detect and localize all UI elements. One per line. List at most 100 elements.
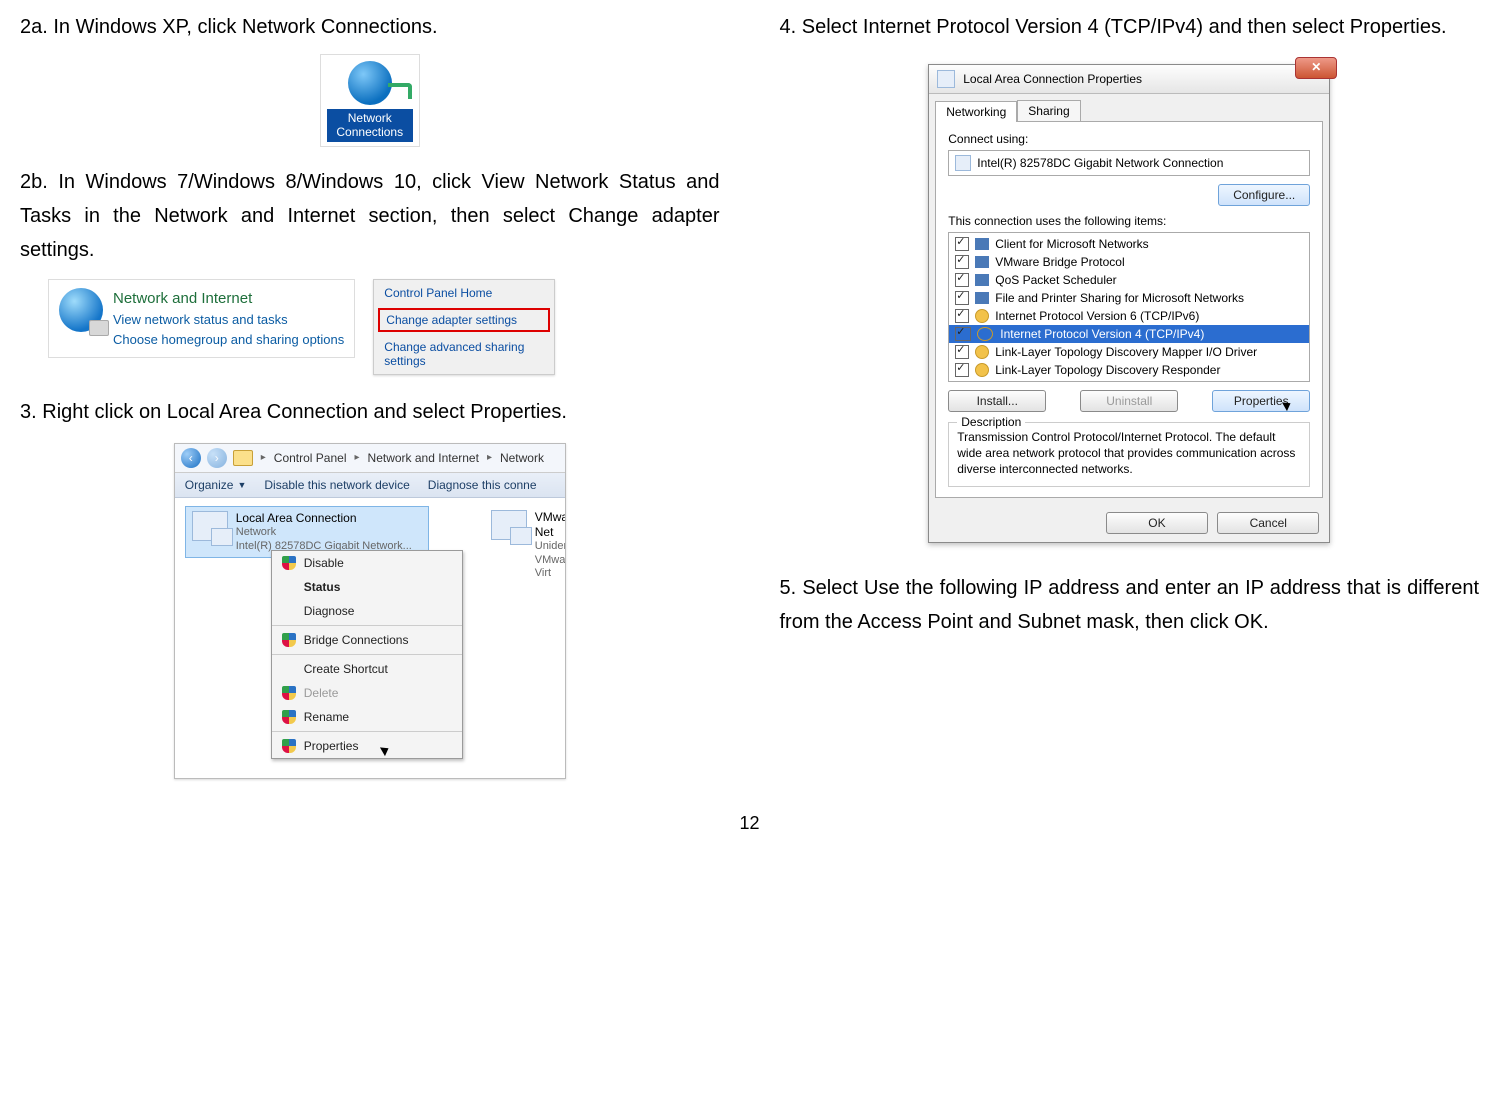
protocol-icon bbox=[975, 309, 989, 323]
ni-link-2[interactable]: Choose homegroup and sharing options bbox=[113, 330, 344, 350]
forward-button[interactable]: › bbox=[207, 448, 227, 468]
item-ipv4-selected[interactable]: Internet Protocol Version 4 (TCP/IPv4) bbox=[949, 325, 1309, 343]
vm-name: VMware Net bbox=[535, 510, 565, 540]
close-button[interactable]: ✕ bbox=[1295, 57, 1337, 79]
disable-device-button[interactable]: Disable this network device bbox=[264, 478, 409, 492]
caret-icon: ▸ bbox=[353, 452, 362, 463]
dialog-buttons: OK Cancel bbox=[929, 504, 1329, 542]
cancel-button[interactable]: Cancel bbox=[1217, 512, 1319, 534]
ok-button[interactable]: OK bbox=[1106, 512, 1208, 534]
step-2b: 2b. In Windows 7/Windows 8/Windows 10, c… bbox=[20, 165, 720, 267]
ctx-create-shortcut[interactable]: Create Shortcut bbox=[272, 657, 462, 681]
figure-4-dialog: ✕ Local Area Connection Properties Netwo… bbox=[928, 64, 1330, 543]
diagnose-button[interactable]: Diagnose this conne bbox=[428, 478, 537, 492]
tab-networking[interactable]: Networking bbox=[935, 101, 1017, 122]
dialog-titlebar: Local Area Connection Properties bbox=[929, 65, 1329, 94]
checkbox-icon[interactable] bbox=[955, 345, 969, 359]
checkbox-icon[interactable] bbox=[955, 363, 969, 377]
item-lltd-mapper[interactable]: Link-Layer Topology Discovery Mapper I/O… bbox=[949, 343, 1309, 361]
checkbox-icon[interactable] bbox=[955, 291, 969, 305]
configure-button[interactable]: Configure... bbox=[1218, 184, 1310, 206]
item-lltd-responder[interactable]: Link-Layer Topology Discovery Responder bbox=[949, 361, 1309, 379]
protocol-icon bbox=[975, 363, 989, 377]
ctx-diagnose[interactable]: Diagnose bbox=[272, 599, 462, 623]
change-adapter-settings-link[interactable]: Change adapter settings bbox=[378, 308, 550, 332]
shield-icon bbox=[282, 739, 296, 753]
dialog-title: Local Area Connection Properties bbox=[963, 72, 1142, 86]
caret-icon: ▸ bbox=[259, 452, 268, 463]
protocol-icon bbox=[977, 327, 993, 341]
crumb-1[interactable]: Control Panel bbox=[274, 451, 347, 465]
item-buttons: Install... Uninstall Properties bbox=[948, 390, 1310, 412]
checkbox-icon[interactable] bbox=[955, 237, 969, 251]
xp-icon-label: Network Connections bbox=[327, 109, 413, 142]
ctx-rename[interactable]: Rename bbox=[272, 705, 462, 729]
organize-menu[interactable]: Organize ▼ bbox=[185, 478, 247, 492]
service-icon bbox=[975, 238, 989, 250]
ctx-disable[interactable]: Disable bbox=[272, 551, 462, 575]
change-advanced-sharing-link[interactable]: Change advanced sharing settings bbox=[374, 334, 554, 374]
connection-icon bbox=[192, 511, 228, 541]
ni-text: Network and Internet View network status… bbox=[113, 288, 344, 350]
folder-icon bbox=[233, 450, 253, 466]
step-4-num: 4. bbox=[780, 16, 797, 38]
step-2a: 2a. In Windows XP, click Network Connect… bbox=[20, 10, 720, 44]
step-2b-num: 2b. bbox=[20, 171, 48, 193]
connection-icon bbox=[491, 510, 527, 540]
items-label: This connection uses the following items… bbox=[948, 214, 1310, 228]
step-4-text: Select Internet Protocol Version 4 (TCP/… bbox=[802, 16, 1447, 38]
item-file-printer[interactable]: File and Printer Sharing for Microsoft N… bbox=[949, 289, 1309, 307]
back-button[interactable]: ‹ bbox=[181, 448, 201, 468]
page: 2a. In Windows XP, click Network Connect… bbox=[20, 10, 1479, 793]
right-column: 4. Select Internet Protocol Version 4 (T… bbox=[780, 10, 1480, 793]
service-icon bbox=[975, 292, 989, 304]
shield-icon bbox=[282, 686, 296, 700]
ctx-properties[interactable]: Properties bbox=[272, 734, 462, 758]
checkbox-icon[interactable] bbox=[955, 255, 969, 269]
install-button[interactable]: Install... bbox=[948, 390, 1046, 412]
window-body: Local Area Connection Network Intel(R) 8… bbox=[175, 498, 565, 778]
item-qos[interactable]: QoS Packet Scheduler bbox=[949, 271, 1309, 289]
ni-link-1[interactable]: View network status and tasks bbox=[113, 310, 344, 330]
step-5-num: 5. bbox=[780, 577, 797, 599]
properties-button[interactable]: Properties bbox=[1212, 390, 1310, 412]
uninstall-button: Uninstall bbox=[1080, 390, 1178, 412]
figure-3-window: ‹ › ▸ Control Panel ▸ Network and Intern… bbox=[174, 443, 566, 779]
step-3: 3. Right click on Local Area Connection … bbox=[20, 395, 720, 429]
figure-1: Network Connections bbox=[20, 54, 720, 147]
vmware-connection[interactable]: VMware Net Unidentified VMware Virt bbox=[485, 506, 565, 585]
nav-bar: ‹ › ▸ Control Panel ▸ Network and Intern… bbox=[175, 444, 565, 473]
tab-sharing[interactable]: Sharing bbox=[1017, 100, 1080, 121]
description-label: Description bbox=[957, 415, 1025, 429]
service-icon bbox=[975, 256, 989, 268]
globe-icon bbox=[348, 61, 392, 105]
step-2b-text: In Windows 7/Windows 8/Windows 10, click… bbox=[20, 171, 720, 261]
items-list[interactable]: Client for Microsoft Networks VMware Bri… bbox=[948, 232, 1310, 382]
left-column: 2a. In Windows XP, click Network Connect… bbox=[20, 10, 720, 793]
networking-panel: Connect using: Intel(R) 82578DC Gigabit … bbox=[935, 121, 1323, 498]
network-internet-panel: Network and Internet View network status… bbox=[48, 279, 355, 359]
step-2a-text: In Windows XP, click Network Connections… bbox=[53, 16, 437, 38]
item-vmware-bridge[interactable]: VMware Bridge Protocol bbox=[949, 253, 1309, 271]
shield-icon bbox=[282, 556, 296, 570]
checkbox-icon[interactable] bbox=[955, 309, 969, 323]
network-connections-icon: Network Connections bbox=[320, 54, 420, 147]
control-panel-home-panel: Control Panel Home Change adapter settin… bbox=[373, 279, 555, 375]
checkbox-icon[interactable] bbox=[955, 327, 971, 341]
description-text: Transmission Control Protocol/Internet P… bbox=[957, 429, 1301, 478]
adapter-name: Intel(R) 82578DC Gigabit Network Connect… bbox=[977, 156, 1223, 170]
ctx-status[interactable]: Status bbox=[272, 575, 462, 599]
item-client-ms[interactable]: Client for Microsoft Networks bbox=[949, 235, 1309, 253]
checkbox-icon[interactable] bbox=[955, 273, 969, 287]
ctx-bridge[interactable]: Bridge Connections bbox=[272, 628, 462, 652]
crumb-3[interactable]: Network bbox=[500, 451, 544, 465]
nic-icon bbox=[937, 70, 955, 88]
description-group: Description Transmission Control Protoco… bbox=[948, 422, 1310, 487]
ctx-delete: Delete bbox=[272, 681, 462, 705]
item-ipv6[interactable]: Internet Protocol Version 6 (TCP/IPv6) bbox=[949, 307, 1309, 325]
step-4: 4. Select Internet Protocol Version 4 (T… bbox=[780, 10, 1480, 44]
cursor-icon bbox=[380, 744, 391, 756]
crumb-2[interactable]: Network and Internet bbox=[368, 451, 479, 465]
vm-net: Unidentified bbox=[535, 540, 565, 554]
nic-icon bbox=[955, 155, 971, 171]
